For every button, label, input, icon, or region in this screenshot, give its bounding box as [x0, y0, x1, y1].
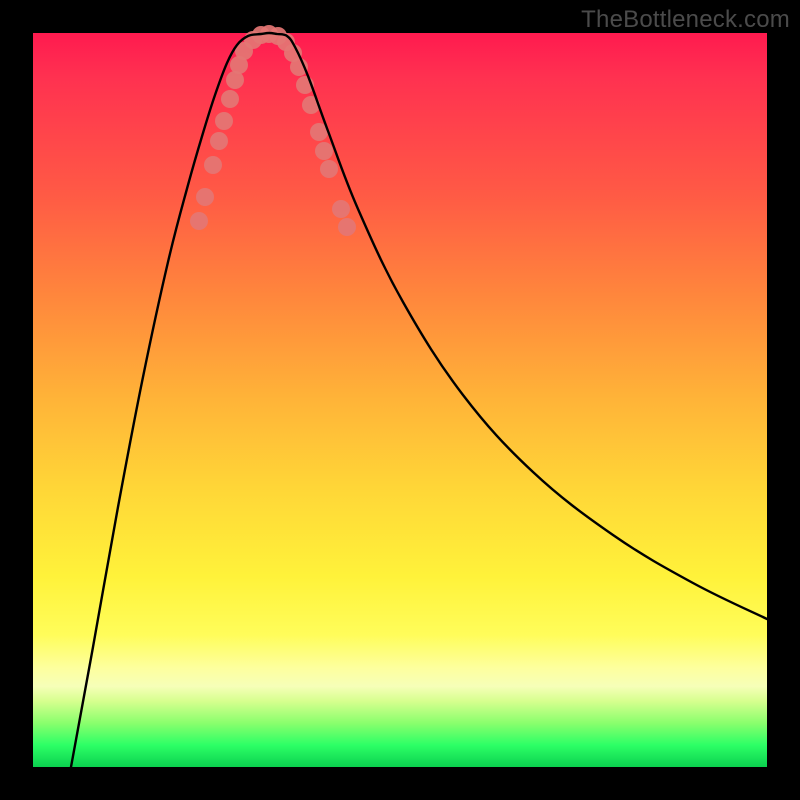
marker-dot [332, 200, 350, 218]
plot-area [33, 33, 767, 767]
bottleneck-curve [71, 33, 767, 767]
marker-dot [190, 212, 208, 230]
marker-dot [221, 90, 239, 108]
marker-dot [215, 112, 233, 130]
marker-dot [315, 142, 333, 160]
marker-dot [210, 132, 228, 150]
watermark-text: TheBottleneck.com [581, 6, 790, 34]
chart-frame: TheBottleneck.com [0, 0, 800, 800]
marker-dot [320, 160, 338, 178]
marker-dot [338, 218, 356, 236]
marker-dot [204, 156, 222, 174]
marker-dot [196, 188, 214, 206]
curve-svg [33, 33, 767, 767]
marker-dots [190, 25, 356, 236]
